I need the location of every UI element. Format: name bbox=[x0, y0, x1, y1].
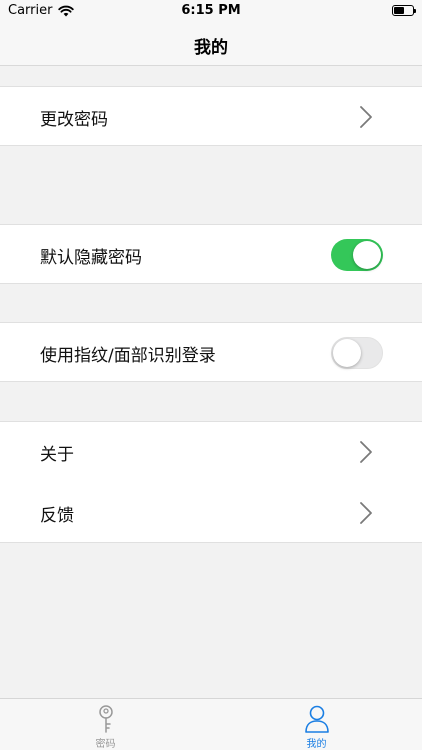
toggle-knob bbox=[333, 339, 361, 367]
navigation-bar: 我的 bbox=[0, 24, 422, 66]
chevron-right-icon bbox=[360, 502, 372, 524]
toggle-knob bbox=[353, 241, 381, 269]
feedback-row[interactable]: 反馈 bbox=[0, 483, 422, 543]
biometric-login-label: 使用指纹/面部识别登录 bbox=[40, 346, 216, 366]
tab-me-label: 我的 bbox=[306, 739, 327, 750]
tab-passwords-label: 密码 bbox=[95, 739, 116, 750]
hide-password-default-row: 默认隐藏密码 bbox=[0, 224, 422, 284]
change-password-row[interactable]: 更改密码 bbox=[0, 86, 422, 146]
key-icon bbox=[98, 705, 113, 733]
chevron-right-icon bbox=[360, 441, 372, 463]
battery-level bbox=[394, 7, 404, 14]
tab-bar: 密码 我的 bbox=[0, 698, 422, 750]
feedback-label: 反馈 bbox=[40, 506, 74, 526]
battery-icon bbox=[392, 5, 416, 16]
biometric-login-row: 使用指纹/面部识别登录 bbox=[0, 322, 422, 382]
tab-passwords[interactable]: 密码 bbox=[0, 699, 211, 750]
chevron-right-icon bbox=[360, 106, 372, 128]
change-password-label: 更改密码 bbox=[40, 110, 108, 130]
person-icon bbox=[304, 705, 329, 733]
biometric-login-toggle[interactable] bbox=[331, 337, 383, 369]
status-bar: Carrier 6:15 PM bbox=[0, 0, 422, 24]
status-time: 6:15 PM bbox=[181, 3, 241, 18]
about-row[interactable]: 关于 bbox=[0, 421, 422, 484]
hide-password-default-toggle[interactable] bbox=[331, 239, 383, 271]
page-title: 我的 bbox=[194, 38, 228, 58]
screen: Carrier 6:15 PM 我的 更改密码 默认隐藏密码 使用指纹/面部识别… bbox=[0, 0, 422, 750]
about-label: 关于 bbox=[40, 445, 74, 465]
tab-me[interactable]: 我的 bbox=[211, 699, 422, 750]
battery-cap bbox=[414, 9, 416, 13]
hide-password-default-label: 默认隐藏密码 bbox=[40, 248, 142, 268]
